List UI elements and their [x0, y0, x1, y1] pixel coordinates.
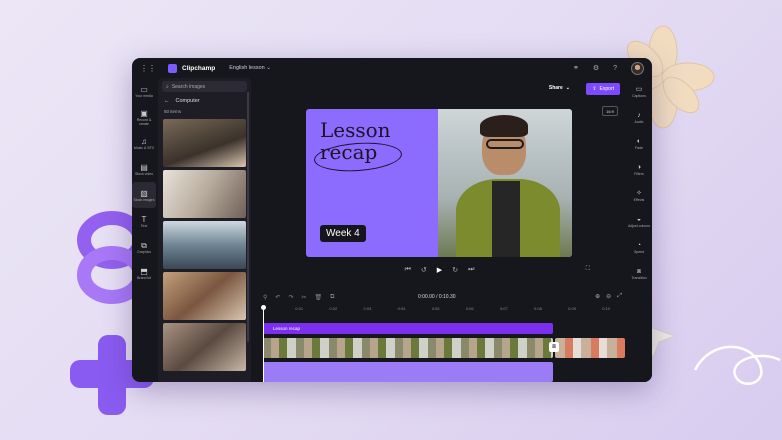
rail-speed[interactable]: ◔ Speed — [626, 234, 652, 260]
filters-icon: ◑ — [636, 163, 642, 171]
skip-forward-icon[interactable]: ⏭ — [468, 266, 474, 274]
duplicate-icon[interactable]: ⧉ — [330, 294, 334, 301]
speed-icon: ◔ — [636, 241, 642, 249]
image-icon: ▧ — [140, 188, 148, 198]
rail-stock-images[interactable]: ▧ Stock images — [132, 182, 156, 208]
fit-icon[interactable]: ⤢ — [617, 293, 622, 300]
audio-icon: ♪ — [637, 111, 641, 119]
help-icon[interactable]: ? — [613, 65, 617, 72]
rail-captions[interactable]: ▭ Captions — [626, 78, 652, 104]
captions-icon: ▭ — [635, 85, 643, 93]
zoom-controls: ⊕ ⊖ ⤢ — [595, 293, 622, 300]
time-ruler: 0 0:01 0:02 0:03 0:04 0:05 0:06 0:07 0:0… — [263, 306, 611, 311]
rail-audio[interactable]: ♪ Audio — [626, 104, 652, 130]
rail-text[interactable]: T Text — [132, 208, 156, 234]
top-bar: ⋮⋮ Clipchamp English lesson ⌄ ⚭ ⚙ ? — [132, 58, 652, 78]
back-arrow-icon[interactable]: ← — [164, 98, 170, 104]
film-icon: ▤ — [140, 162, 148, 172]
clipchamp-logo — [168, 63, 177, 73]
music-icon: ♫ — [141, 136, 147, 146]
search-icon: ⌕ — [166, 83, 169, 90]
preview-stage: Share ⌄ ⇪ Export 16:9 Lesson recap Week 4 ⏮… — [253, 78, 626, 286]
search-input[interactable]: ⌕ Search images — [162, 81, 247, 92]
settings-icon[interactable]: ⚙ — [593, 64, 599, 72]
rail-stock-video[interactable]: ▤ Stock video — [132, 156, 156, 182]
swirl-decoration — [693, 345, 781, 385]
rail-music[interactable]: ♫ Music & SFX — [132, 130, 156, 156]
image-thumbnail[interactable] — [163, 119, 246, 167]
playback-controls: ⏮ ↺ ▶ ↻ ⏭ — [253, 266, 626, 274]
record-icon: ▣ — [140, 108, 148, 118]
chevron-down-icon: ⌄ — [565, 85, 570, 91]
folder-icon: ▭ — [140, 84, 148, 94]
timecode: 0:00.00 / 0:10.30 — [418, 294, 456, 300]
video-preview[interactable]: Lesson recap Week 4 — [306, 109, 572, 257]
app-window: ⋮⋮ Clipchamp English lesson ⌄ ⚭ ⚙ ? ▭ You… — [132, 58, 652, 382]
shapes-icon: ⧉ — [141, 240, 147, 250]
magnet-icon[interactable]: ⚲ — [263, 294, 267, 301]
rail-filters[interactable]: ◑ Filters — [626, 156, 652, 182]
aspect-ratio-button[interactable]: 16:9 — [602, 106, 618, 116]
play-icon[interactable]: ▶ — [437, 266, 442, 274]
rail-your-media[interactable]: ▭ Your media — [132, 78, 156, 104]
video-clip[interactable] — [555, 338, 625, 358]
undo-icon[interactable]: ↶ — [275, 294, 280, 301]
zoom-out-icon[interactable]: ⊖ — [606, 293, 611, 300]
share-link-icon[interactable]: ⚭ — [573, 64, 579, 72]
zoom-in-icon[interactable]: ⊕ — [595, 293, 600, 300]
image-thumbnail[interactable] — [163, 272, 246, 320]
fullscreen-icon[interactable]: ⛶ — [586, 266, 590, 273]
share-button[interactable]: Share ⌄ — [549, 85, 570, 91]
chevron-down-icon[interactable]: ⌄ — [265, 65, 271, 71]
timeline: ⚲ ↶ ↷ ✂ 🗑 ⧉ 0:00.00 / 0:10.30 ⊕ ⊖ ⤢ 0 0:… — [253, 286, 652, 382]
redo-icon[interactable]: ↷ — [288, 294, 293, 301]
presenter-photo — [438, 109, 572, 257]
transition-icon: ⧈ — [636, 267, 642, 275]
item-count: 50 items — [164, 109, 182, 114]
split-icon[interactable]: ✂ — [301, 294, 306, 301]
rail-effects[interactable]: ✧ Effects — [626, 182, 652, 208]
image-thumbnail[interactable] — [163, 323, 246, 371]
transition-icon[interactable]: ⧈ — [549, 342, 559, 352]
text-icon: T — [141, 214, 147, 224]
export-button[interactable]: ⇪ Export — [586, 83, 620, 95]
breadcrumb[interactable]: ← Computer — [158, 95, 251, 107]
rail-transition[interactable]: ⧈ Transition — [626, 260, 652, 286]
week-badge: Week 4 — [320, 225, 366, 242]
rail-adjust-colours[interactable]: ◒ Adjust colours — [626, 208, 652, 234]
avatar[interactable] — [631, 61, 644, 75]
delete-icon[interactable]: 🗑 — [315, 294, 323, 301]
rail-graphics[interactable]: ⧉ Graphics — [132, 234, 156, 260]
left-rail: ▭ Your media ▣ Record & create ♫ Music & SF… — [132, 78, 156, 382]
forward-icon[interactable]: ↻ — [452, 266, 458, 274]
rail-record[interactable]: ▣ Record & create — [132, 104, 156, 130]
media-panel: ⌕ Search images ← Computer 50 items — [158, 78, 251, 382]
grid-icon[interactable]: ⋮⋮ — [140, 64, 156, 73]
timeline-tools: ⚲ ↶ ↷ ✂ 🗑 ⧉ — [263, 294, 334, 301]
effects-icon: ✧ — [636, 189, 642, 197]
project-name[interactable]: English lesson — [229, 65, 264, 71]
upload-icon: ⇪ — [592, 86, 597, 92]
adjust-icon: ◒ — [636, 215, 642, 223]
playhead[interactable] — [261, 305, 266, 382]
skip-back-icon[interactable]: ⏮ — [405, 266, 411, 274]
video-clip[interactable] — [263, 338, 553, 358]
title-clip[interactable]: Lesson recap — [263, 323, 553, 334]
rail-brand-kit[interactable]: ⬒ Brand kit — [132, 260, 156, 286]
app-name: Clipchamp — [182, 64, 216, 72]
rail-fade[interactable]: ◐ Fade — [626, 130, 652, 156]
image-thumbnail[interactable] — [163, 221, 246, 269]
rewind-icon[interactable]: ↺ — [421, 266, 427, 274]
image-thumbnail[interactable] — [163, 170, 246, 218]
fade-icon: ◐ — [636, 137, 642, 145]
brand-icon: ⬒ — [140, 266, 148, 276]
audio-clip[interactable] — [263, 362, 553, 382]
panel-scrollbar[interactable] — [247, 92, 249, 342]
